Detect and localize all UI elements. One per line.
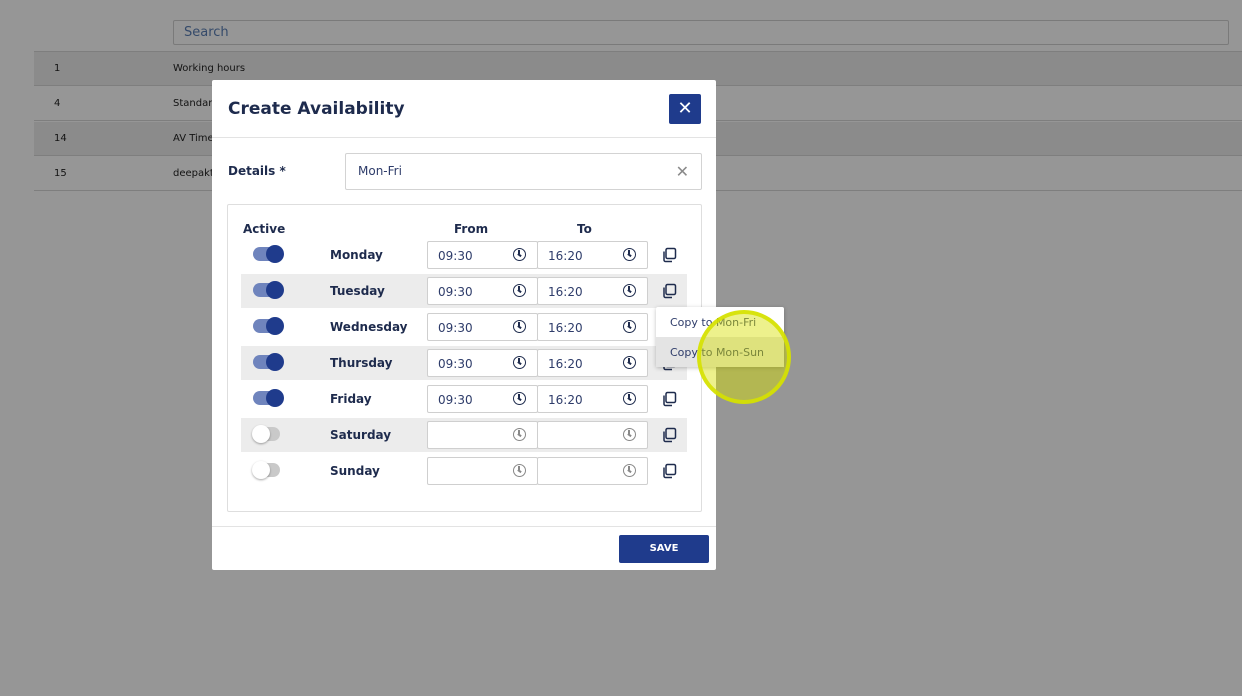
details-input[interactable]: Mon-Fri ✕	[345, 153, 702, 190]
from-time-input[interactable]: 09:30	[427, 349, 538, 377]
details-value: Mon-Fri	[358, 164, 402, 178]
click-indicator	[697, 310, 791, 404]
active-toggle[interactable]	[253, 389, 284, 407]
clock-icon[interactable]	[513, 428, 526, 441]
to-time-value: 16:20	[548, 393, 583, 407]
to-time-input[interactable]: 16:20	[537, 241, 648, 269]
from-column-header: From	[454, 222, 489, 236]
close-icon: ✕	[677, 98, 693, 119]
clock-icon[interactable]	[623, 320, 636, 333]
from-time-value: 09:30	[438, 249, 473, 263]
to-time-value: 16:20	[548, 285, 583, 299]
from-time-input[interactable]: 09:30	[427, 313, 538, 341]
day-row-saturday: Saturday	[241, 418, 687, 452]
create-availability-dialog: Create Availability ✕ Details * Mon-Fri …	[212, 80, 716, 570]
to-column-header: To	[577, 222, 592, 236]
from-time-value: 09:30	[438, 357, 473, 371]
from-time-input[interactable]: 09:30	[427, 277, 538, 305]
day-label: Monday	[330, 248, 383, 262]
copy-icon[interactable]	[661, 283, 677, 299]
day-row-thursday: Thursday 09:30 16:20	[241, 346, 687, 380]
to-time-input[interactable]: 16:20	[537, 349, 648, 377]
clock-icon[interactable]	[513, 248, 526, 261]
day-label: Saturday	[330, 428, 392, 442]
to-time-value: 16:20	[548, 249, 583, 263]
clock-icon[interactable]	[623, 248, 636, 261]
from-time-input[interactable]	[427, 421, 538, 449]
toggle-knob	[266, 353, 284, 371]
clock-icon[interactable]	[513, 284, 526, 297]
clock-icon[interactable]	[513, 392, 526, 405]
active-toggle[interactable]	[252, 461, 280, 479]
day-label: Wednesday	[330, 320, 408, 334]
clock-icon[interactable]	[513, 320, 526, 333]
to-time-input[interactable]: 16:20	[537, 313, 648, 341]
from-time-input[interactable]	[427, 457, 538, 485]
header-divider	[212, 137, 716, 138]
toggle-knob	[266, 389, 284, 407]
from-time-input[interactable]: 09:30	[427, 241, 538, 269]
to-time-input[interactable]: 16:20	[537, 277, 648, 305]
toggle-knob	[252, 425, 270, 443]
copy-icon[interactable]	[661, 391, 677, 407]
day-row-wednesday: Wednesday 09:30 16:20	[241, 310, 687, 344]
from-time-value: 09:30	[438, 285, 473, 299]
day-row-tuesday: Tuesday 09:30 16:20	[241, 274, 687, 308]
clock-icon[interactable]	[623, 392, 636, 405]
to-time-input[interactable]	[537, 421, 648, 449]
toggle-knob	[266, 245, 284, 263]
from-time-value: 09:30	[438, 393, 473, 407]
to-time-input[interactable]	[537, 457, 648, 485]
day-row-monday: Monday 09:30 16:20	[241, 238, 687, 272]
active-toggle[interactable]	[253, 245, 284, 263]
footer-divider	[212, 526, 716, 527]
clock-icon[interactable]	[623, 356, 636, 369]
toggle-knob	[266, 281, 284, 299]
toggle-knob	[252, 461, 270, 479]
details-label: Details *	[228, 164, 286, 178]
day-label: Tuesday	[330, 284, 385, 298]
copy-icon[interactable]	[661, 427, 677, 443]
from-time-value: 09:30	[438, 321, 473, 335]
clear-icon[interactable]: ✕	[676, 162, 689, 181]
from-time-input[interactable]: 09:30	[427, 385, 538, 413]
clock-icon[interactable]	[513, 356, 526, 369]
active-column-header: Active	[243, 222, 286, 236]
save-button[interactable]: SAVE	[619, 535, 709, 563]
close-button[interactable]: ✕	[669, 94, 701, 124]
day-label: Friday	[330, 392, 372, 406]
dialog-title: Create Availability	[228, 99, 405, 119]
day-row-friday: Friday 09:30 16:20	[241, 382, 687, 416]
weekly-schedule: Active From To Monday 09:30 16:20 Tuesda…	[227, 204, 702, 512]
active-toggle[interactable]	[253, 281, 284, 299]
to-time-input[interactable]: 16:20	[537, 385, 648, 413]
active-toggle[interactable]	[253, 353, 284, 371]
active-toggle[interactable]	[253, 317, 284, 335]
clock-icon[interactable]	[623, 284, 636, 297]
clock-icon[interactable]	[513, 464, 526, 477]
copy-icon[interactable]	[661, 247, 677, 263]
copy-icon[interactable]	[661, 463, 677, 479]
clock-icon[interactable]	[623, 428, 636, 441]
active-toggle[interactable]	[252, 425, 280, 443]
to-time-value: 16:20	[548, 321, 583, 335]
day-label: Thursday	[330, 356, 393, 370]
clock-icon[interactable]	[623, 464, 636, 477]
day-row-sunday: Sunday	[241, 454, 687, 488]
toggle-knob	[266, 317, 284, 335]
day-label: Sunday	[330, 464, 380, 478]
to-time-value: 16:20	[548, 357, 583, 371]
